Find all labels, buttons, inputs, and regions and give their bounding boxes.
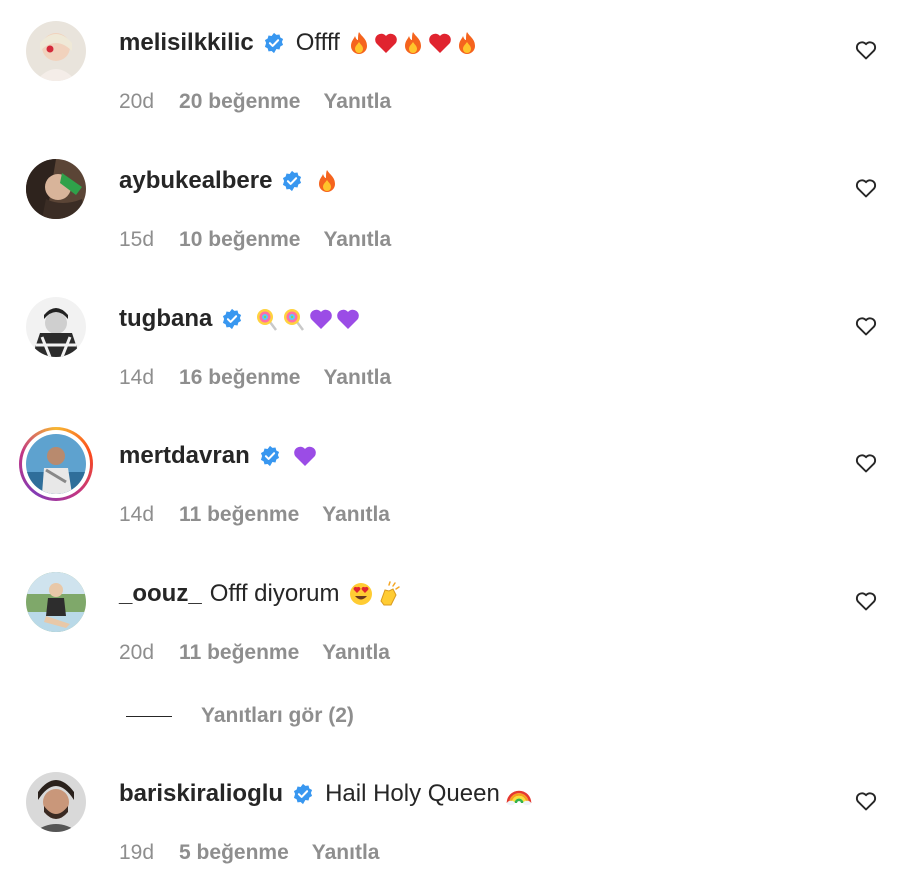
likes-count[interactable]: 5 beğenme (179, 841, 289, 865)
fire-icon (346, 30, 372, 56)
emoji-group (346, 30, 480, 56)
heart-icon (373, 30, 399, 56)
emoji-group (292, 443, 318, 469)
avatar[interactable] (26, 572, 86, 632)
reply-button[interactable]: Yanıtla (323, 90, 391, 114)
purple-heart-icon (335, 306, 361, 332)
avatar-story-ring[interactable] (19, 427, 93, 501)
fire-icon (454, 30, 480, 56)
like-heart-icon[interactable] (854, 451, 878, 475)
likes-count[interactable]: 11 beğenme (179, 503, 299, 527)
comment-item: mertdavran 14d 11 beğenme Yanıtla (0, 427, 900, 554)
comment-item: aybukealbere 15d 10 beğenme Yanıtla (0, 159, 900, 279)
like-heart-icon[interactable] (854, 789, 878, 813)
likes-count[interactable]: 20 beğenme (179, 90, 300, 114)
comment-item: tugbana 14d 16 beğenme Yanıtla (0, 297, 900, 417)
fire-icon (400, 30, 426, 56)
username[interactable]: bariskiralioglu (119, 780, 283, 808)
comment-item: melisilkkilic Offff 20d 20 beğenme Yanıt… (0, 21, 900, 141)
reply-divider (126, 715, 172, 717)
comment-text: Offf diyorum (209, 580, 340, 607)
view-replies-label[interactable]: Yanıtları gör (2) (201, 704, 354, 728)
likes-count[interactable]: 11 beğenme (179, 641, 299, 665)
verified-badge-icon (221, 308, 243, 330)
likes-count[interactable]: 10 beğenme (179, 228, 300, 252)
clap-icon (375, 581, 401, 607)
emoji-group (254, 306, 361, 332)
emoji-group (348, 581, 401, 607)
fire-icon (314, 168, 340, 194)
comment-time: 14d (119, 503, 155, 526)
avatar[interactable] (26, 21, 86, 81)
reply-button[interactable]: Yanıtla (312, 841, 380, 865)
heart-icon (427, 30, 453, 56)
verified-badge-icon (281, 170, 303, 192)
avatar[interactable] (26, 159, 86, 219)
reply-button[interactable]: Yanıtla (322, 503, 390, 527)
emoji-group (506, 781, 532, 807)
emoji-group (314, 168, 340, 194)
likes-count[interactable]: 16 beğenme (179, 366, 300, 390)
purple-heart-icon (308, 306, 334, 332)
username[interactable]: aybukealbere (119, 167, 272, 195)
avatar[interactable] (26, 772, 86, 832)
comment-time: 20d (119, 641, 155, 664)
reply-button[interactable]: Yanıtla (323, 366, 391, 390)
verified-badge-icon (259, 445, 281, 467)
view-replies-button[interactable]: Yanıtları gör (2) (126, 702, 354, 730)
verified-badge-icon (263, 32, 285, 54)
lollipop-icon (254, 306, 280, 332)
verified-badge-icon (292, 783, 314, 805)
comment-time: 15d (119, 228, 155, 251)
comment-time: 19d (119, 841, 155, 864)
comment-text: Offff (295, 29, 340, 56)
reply-button[interactable]: Yanıtla (323, 228, 391, 252)
purple-heart-icon (292, 443, 318, 469)
lollipop-icon (281, 306, 307, 332)
like-heart-icon[interactable] (854, 314, 878, 338)
comment-item: _oouz_ Offf diyorum 20d 11 beğenme Yanıt… (0, 572, 900, 692)
like-heart-icon[interactable] (854, 176, 878, 200)
heart-eyes-icon (348, 581, 374, 607)
comment-time: 14d (119, 366, 155, 389)
like-heart-icon[interactable] (854, 38, 878, 62)
username[interactable]: tugbana (119, 305, 212, 333)
username[interactable]: _oouz_ (119, 580, 202, 608)
avatar[interactable] (26, 297, 86, 357)
comment-time: 20d (119, 90, 155, 113)
comment-item: bariskiralioglu Hail Holy Queen 19d 5 be… (0, 772, 900, 892)
reply-button[interactable]: Yanıtla (322, 641, 390, 665)
username[interactable]: melisilkkilic (119, 29, 254, 57)
comment-text: Hail Holy Queen (325, 780, 500, 807)
like-heart-icon[interactable] (854, 589, 878, 613)
rainbow-icon (506, 781, 532, 807)
username[interactable]: mertdavran (119, 442, 250, 470)
